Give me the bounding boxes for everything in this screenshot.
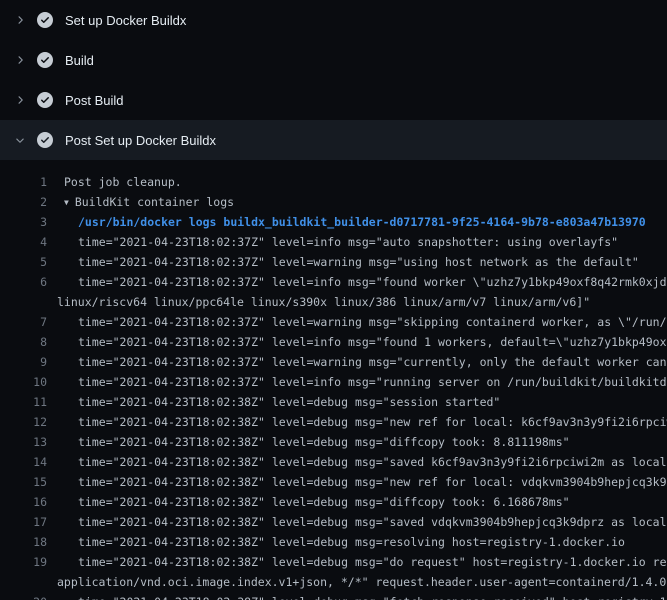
line-number[interactable]: 8 <box>0 332 47 352</box>
line-number[interactable]: 7 <box>0 312 47 332</box>
log-row: 14 time="2021-04-23T18:02:38Z" level=debu… <box>0 452 667 472</box>
log-text: application/vnd.oci.image.index.v1+json,… <box>57 572 666 592</box>
line-number[interactable]: 15 <box>0 472 47 492</box>
line-number[interactable]: 1 <box>0 172 47 192</box>
log-text: time="2021-04-23T18:02:38Z" level=debug … <box>57 592 667 600</box>
chevron-down-icon <box>13 133 27 147</box>
log-text: linux/riscv64 linux/ppc64le linux/s390x … <box>57 292 590 312</box>
log-group-header[interactable]: ▼ BuildKit container logs <box>57 192 234 212</box>
line-number[interactable]: 11 <box>0 392 47 412</box>
line-number[interactable]: 4 <box>0 232 47 252</box>
log-text: time="2021-04-23T18:02:38Z" level=debug … <box>57 412 667 432</box>
line-number[interactable]: 3 <box>0 212 47 232</box>
check-circle-icon <box>37 12 53 28</box>
check-circle-icon <box>37 132 53 148</box>
log-row: application/vnd.oci.image.index.v1+json,… <box>0 572 667 592</box>
log-text: time="2021-04-23T18:02:38Z" level=debug … <box>57 452 667 472</box>
line-number[interactable]: 19 <box>0 552 47 572</box>
log-text: time="2021-04-23T18:02:38Z" level=debug … <box>57 492 570 512</box>
line-number[interactable]: 14 <box>0 452 47 472</box>
actions-log-viewer: Set up Docker Buildx Build Post Build Post … <box>0 0 667 600</box>
log-row: 10 time="2021-04-23T18:02:37Z" level=info… <box>0 372 667 392</box>
log-row: 9 time="2021-04-23T18:02:37Z" level=warni… <box>0 352 667 372</box>
log-text: time="2021-04-23T18:02:38Z" level=debug … <box>57 472 667 492</box>
log-text: time="2021-04-23T18:02:38Z" level=debug … <box>57 432 570 452</box>
chevron-right-icon <box>13 93 27 107</box>
chevron-right-icon <box>13 13 27 27</box>
log-row: 12 time="2021-04-23T18:02:38Z" level=debu… <box>0 412 667 432</box>
log-row: 18 time="2021-04-23T18:02:38Z" level=debu… <box>0 532 667 552</box>
line-number[interactable]: 12 <box>0 412 47 432</box>
log-text: Post job cleanup. <box>57 172 182 192</box>
line-number[interactable]: 17 <box>0 512 47 532</box>
log-text: time="2021-04-23T18:02:37Z" level=warnin… <box>57 252 639 272</box>
step-row-post-build[interactable]: Post Build <box>0 80 667 120</box>
group-toggle-icon[interactable]: ▼ <box>64 193 69 213</box>
log-text: time="2021-04-23T18:02:37Z" level=info m… <box>57 232 618 252</box>
line-number[interactable]: 20 <box>0 592 47 600</box>
log-text: time="2021-04-23T18:02:38Z" level=debug … <box>57 552 667 572</box>
step-row-set-up-docker-buildx[interactable]: Set up Docker Buildx <box>0 0 667 40</box>
line-number[interactable]: 13 <box>0 432 47 452</box>
log-command-text: /usr/bin/docker logs buildx_buildkit_bui… <box>57 212 646 232</box>
log-row: 1 Post job cleanup. <box>0 172 667 192</box>
log-row: 2 ▼ BuildKit container logs <box>0 192 667 212</box>
log-row: 7 time="2021-04-23T18:02:37Z" level=warni… <box>0 312 667 332</box>
log-text: time="2021-04-23T18:02:37Z" level=info m… <box>57 332 667 352</box>
line-number[interactable]: 2 <box>0 192 47 212</box>
line-number[interactable]: 9 <box>0 352 47 372</box>
step-row-build[interactable]: Build <box>0 40 667 80</box>
log-text: time="2021-04-23T18:02:38Z" level=debug … <box>57 532 625 552</box>
log-text: time="2021-04-23T18:02:37Z" level=info m… <box>57 272 667 292</box>
log-row: 19 time="2021-04-23T18:02:38Z" level=debu… <box>0 552 667 572</box>
log-row: 20 time="2021-04-23T18:02:38Z" level=debu… <box>0 592 667 600</box>
step-label: Set up Docker Buildx <box>65 13 186 28</box>
log-text: time="2021-04-23T18:02:38Z" level=debug … <box>57 512 667 532</box>
line-number[interactable]: 16 <box>0 492 47 512</box>
step-label: Post Build <box>65 93 124 108</box>
step-label: Build <box>65 53 94 68</box>
line-number[interactable]: 18 <box>0 532 47 552</box>
step-row-post-set-up-docker-buildx[interactable]: Post Set up Docker Buildx <box>0 120 667 160</box>
step-list: Set up Docker Buildx Build Post Build Post … <box>0 0 667 160</box>
check-circle-icon <box>37 92 53 108</box>
log-row: 15 time="2021-04-23T18:02:38Z" level=debu… <box>0 472 667 492</box>
log-text: time="2021-04-23T18:02:37Z" level=warnin… <box>57 312 667 332</box>
log-row: 17 time="2021-04-23T18:02:38Z" level=debu… <box>0 512 667 532</box>
log-text: time="2021-04-23T18:02:37Z" level=info m… <box>57 372 667 392</box>
log-row: 16 time="2021-04-23T18:02:38Z" level=debu… <box>0 492 667 512</box>
line-number <box>0 572 47 592</box>
line-number[interactable]: 5 <box>0 252 47 272</box>
line-number[interactable]: 10 <box>0 372 47 392</box>
log-text: time="2021-04-23T18:02:38Z" level=debug … <box>57 392 500 412</box>
log-row: 8 time="2021-04-23T18:02:37Z" level=info … <box>0 332 667 352</box>
log-row: linux/riscv64 linux/ppc64le linux/s390x … <box>0 292 667 312</box>
step-label: Post Set up Docker Buildx <box>65 133 216 148</box>
log-row: 13 time="2021-04-23T18:02:38Z" level=debu… <box>0 432 667 452</box>
log-row: 5 time="2021-04-23T18:02:37Z" level=warni… <box>0 252 667 272</box>
check-circle-icon <box>37 52 53 68</box>
group-title: BuildKit container logs <box>75 195 234 209</box>
log-row: 3/usr/bin/docker logs buildx_buildkit_bu… <box>0 212 667 232</box>
line-number <box>0 292 47 312</box>
log-area: 1 Post job cleanup. 2 ▼ BuildKit container l… <box>0 160 667 600</box>
chevron-right-icon <box>13 53 27 67</box>
line-number[interactable]: 6 <box>0 272 47 292</box>
log-row: 6 time="2021-04-23T18:02:37Z" level=info … <box>0 272 667 292</box>
log-row: 4 time="2021-04-23T18:02:37Z" level=info … <box>0 232 667 252</box>
log-text: time="2021-04-23T18:02:37Z" level=warnin… <box>57 352 667 372</box>
log-row: 11 time="2021-04-23T18:02:38Z" level=debu… <box>0 392 667 412</box>
